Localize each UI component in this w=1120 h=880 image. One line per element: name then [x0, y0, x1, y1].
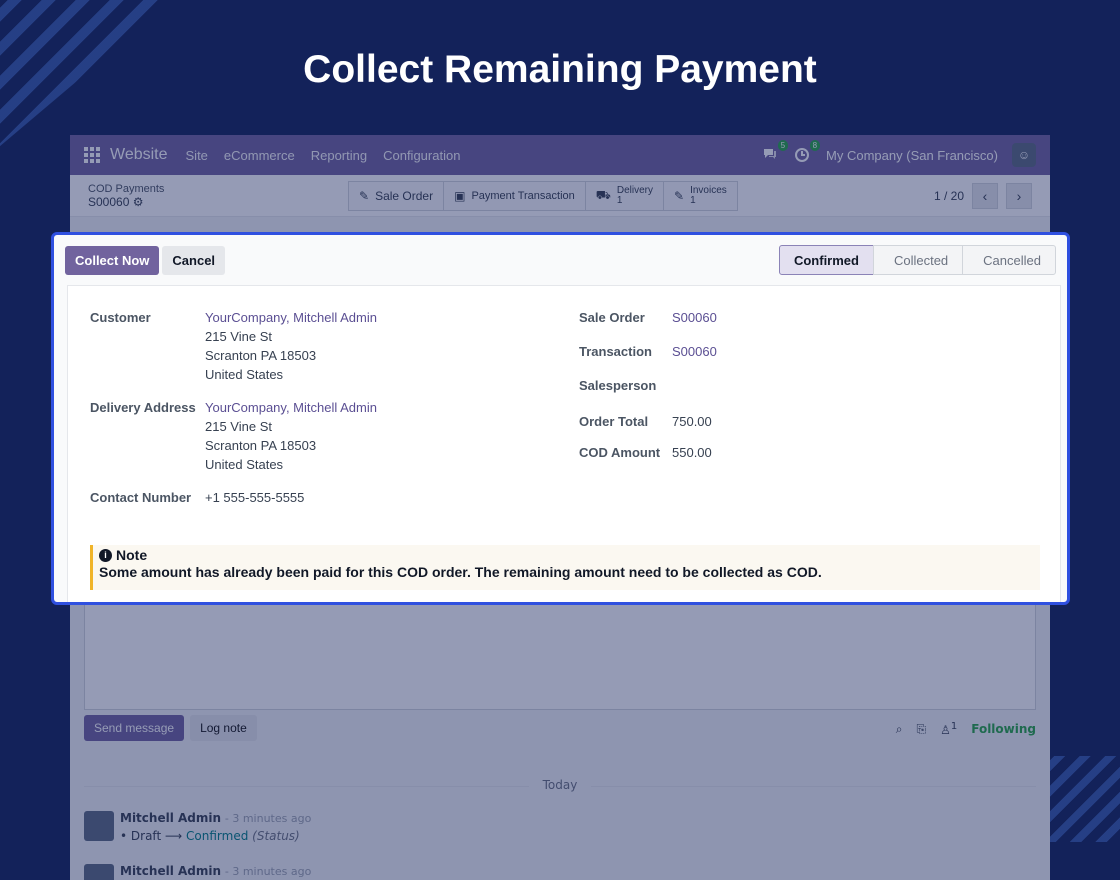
delivery-street: 215 Vine St — [205, 419, 272, 434]
stage-cancelled[interactable]: Cancelled — [962, 245, 1056, 275]
cod-amount-value: 550.00 — [672, 445, 712, 460]
customer-label: Customer — [90, 310, 151, 325]
cod-amount-field: COD Amount 550.00 — [579, 443, 1019, 462]
transaction-field: Transaction S00060 — [579, 342, 1019, 361]
customer-street: 215 Vine St — [205, 329, 272, 344]
status-stages: Confirmed Collected Cancelled — [778, 245, 1056, 275]
form-sheet: Customer YourCompany, Mitchell Admin 215… — [67, 285, 1061, 602]
salesperson-label: Salesperson — [579, 378, 657, 393]
contact-number-label: Contact Number — [90, 490, 192, 505]
contact-number-field: Contact Number +1 555-555-5555 — [90, 488, 550, 507]
delivery-address-link[interactable]: YourCompany, Mitchell Admin — [205, 398, 377, 417]
transaction-label: Transaction — [579, 344, 652, 359]
info-icon: i — [99, 548, 112, 562]
transaction-link[interactable]: S00060 — [672, 342, 717, 361]
decorative-stripes-bottom-right — [1040, 756, 1120, 842]
customer-link[interactable]: YourCompany, Mitchell Admin — [205, 308, 377, 327]
collect-now-button[interactable]: Collect Now — [65, 245, 160, 275]
note-body: Some amount has already been paid for th… — [99, 564, 822, 580]
order-total-label: Order Total — [579, 414, 649, 429]
contact-number-value[interactable]: +1 555-555-5555 — [205, 488, 304, 507]
cancel-button[interactable]: Cancel — [162, 245, 226, 275]
order-total-field: Order Total 750.00 — [579, 412, 1019, 431]
form-statusbar: Collect Now Cancel Confirmed Collected C… — [54, 235, 1067, 285]
stage-confirmed[interactable]: Confirmed — [778, 245, 874, 275]
delivery-address-label: Delivery Address — [90, 400, 196, 415]
note-title: Note — [116, 547, 148, 563]
sale-order-label: Sale Order — [579, 310, 645, 325]
order-total-value: 750.00 — [672, 414, 712, 429]
delivery-city: Scranton PA 18503 — [205, 438, 317, 453]
highlighted-form-card: Collect Now Cancel Confirmed Collected C… — [51, 232, 1070, 605]
customer-country: United States — [205, 367, 284, 382]
hero-title: Collect Remaining Payment — [303, 48, 817, 91]
delivery-country: United States — [205, 457, 284, 472]
sale-order-field: Sale Order S00060 — [579, 308, 1019, 327]
sale-order-link[interactable]: S00060 — [672, 308, 717, 327]
cod-amount-label: COD Amount — [579, 445, 661, 460]
customer-city: Scranton PA 18503 — [205, 348, 317, 363]
delivery-address-field: Delivery Address YourCompany, Mitchell A… — [90, 398, 550, 474]
note-alert: i Note Some amount has already been paid … — [90, 545, 1040, 590]
salesperson-field: Salesperson — [579, 376, 1019, 395]
stage-collected[interactable]: Collected — [872, 245, 964, 275]
customer-field: Customer YourCompany, Mitchell Admin 215… — [90, 308, 550, 384]
